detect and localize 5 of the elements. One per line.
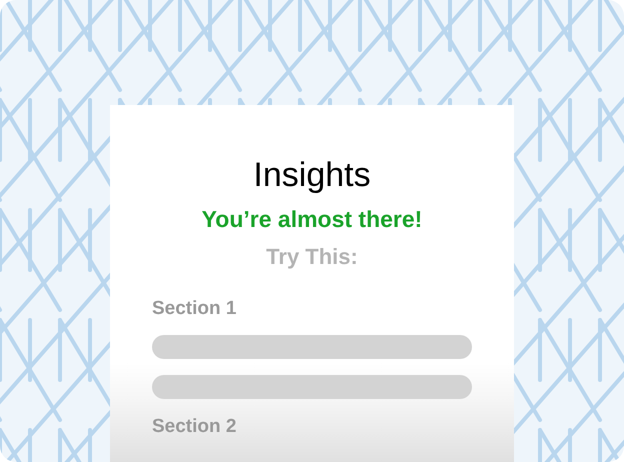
card-subtitle: You’re almost there! [202, 205, 422, 233]
prompt-text: Try This: [266, 243, 358, 271]
card-title: Insights [253, 155, 371, 195]
section-label: Section 2 [152, 415, 236, 439]
section-label: Section 1 [152, 297, 236, 321]
